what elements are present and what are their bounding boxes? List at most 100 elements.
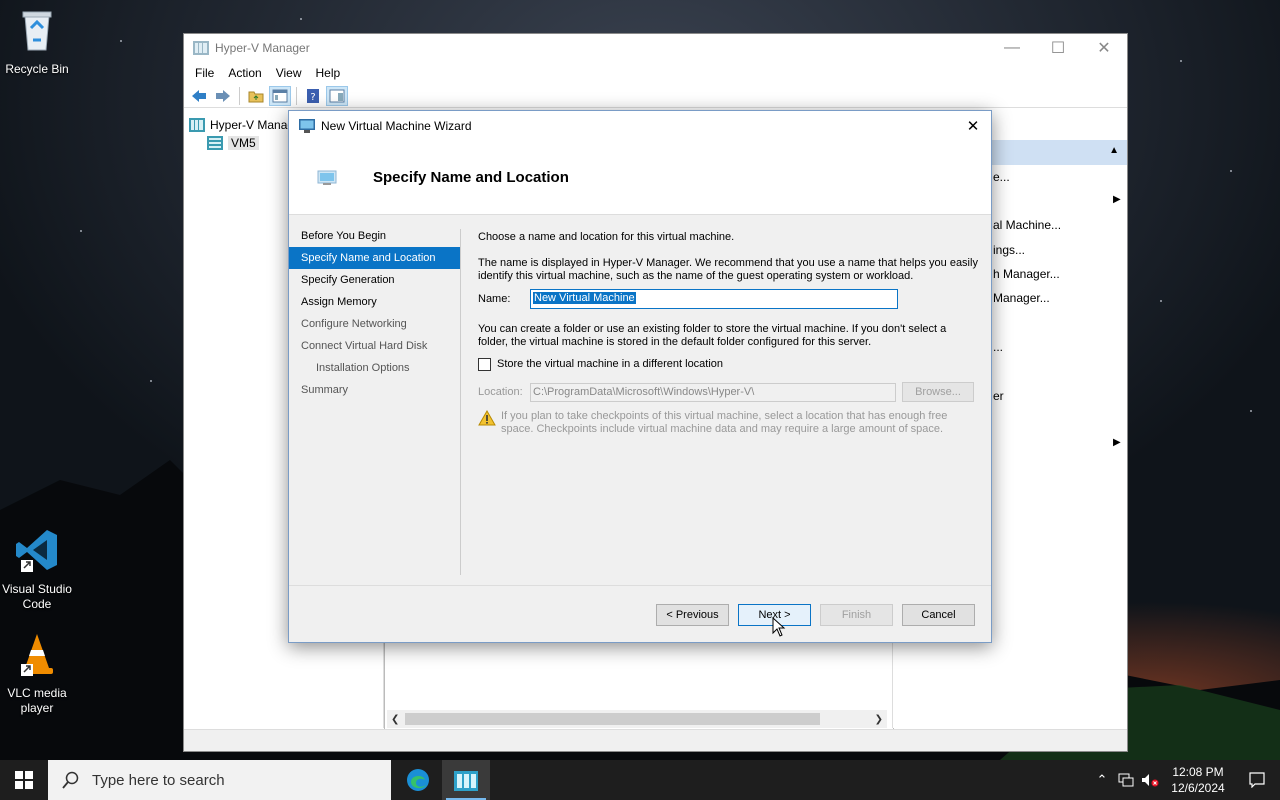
cancel-button[interactable]: Cancel xyxy=(902,604,975,626)
desktop-icon-vscode[interactable]: Visual Studio Code xyxy=(0,526,74,612)
taskbar-search-box[interactable]: Type here to search xyxy=(48,760,391,800)
new-vm-wizard-dialog: New Virtual Machine Wizard ✕ Specify Nam… xyxy=(288,110,992,643)
windows-logo-icon xyxy=(15,771,33,789)
scroll-right-icon[interactable]: ❯ xyxy=(875,714,883,725)
previous-button[interactable]: < Previous xyxy=(656,604,729,626)
network-icon[interactable] xyxy=(1114,760,1138,800)
action-item[interactable]: e... xyxy=(993,170,1010,184)
volume-muted-icon[interactable] xyxy=(1138,760,1162,800)
wizard-header: Specify Name and Location xyxy=(289,141,991,215)
name-row: Name: New Virtual Machine xyxy=(478,289,978,309)
name-input[interactable]: New Virtual Machine xyxy=(530,289,898,309)
desktop-icon-vlc[interactable]: VLC media player xyxy=(0,630,74,716)
action-pane-icon xyxy=(329,89,345,102)
star xyxy=(300,18,302,20)
desktop-icon-recycle-bin[interactable]: Recycle Bin xyxy=(0,6,74,77)
monitor-icon xyxy=(299,119,315,133)
close-icon[interactable]: ✕ xyxy=(1081,34,1127,62)
browse-button[interactable]: Browse... xyxy=(902,382,974,402)
hyperv-titlebar[interactable]: Hyper-V Manager xyxy=(184,34,1127,62)
start-button[interactable] xyxy=(0,760,48,800)
taskbar-edge[interactable] xyxy=(394,760,442,800)
step-assign-memory[interactable]: Assign Memory xyxy=(289,291,461,313)
wizard-close-icon[interactable]: ✕ xyxy=(963,116,983,136)
chevron-up-icon[interactable]: ⌃ xyxy=(1090,760,1114,800)
server-icon xyxy=(207,136,223,150)
location-row: Location: C:\ProgramData\Microsoft\Windo… xyxy=(478,382,978,402)
step-before-you-begin[interactable]: Before You Begin xyxy=(289,225,461,247)
action-item[interactable]: Manager... xyxy=(993,291,1050,305)
menu-help[interactable]: Help xyxy=(309,66,348,80)
notifications-icon[interactable] xyxy=(1234,760,1280,800)
svg-text:?: ? xyxy=(310,92,315,103)
forward-arrow-icon xyxy=(216,89,230,102)
wizard-heading: Specify Name and Location xyxy=(373,169,569,186)
scrollbar-thumb[interactable] xyxy=(405,713,820,725)
vlc-icon xyxy=(21,634,53,676)
warning-icon xyxy=(478,410,496,426)
wizard-content: Choose a name and location for this virt… xyxy=(478,231,978,436)
location-input[interactable]: C:\ProgramData\Microsoft\Windows\Hyper-V… xyxy=(530,382,896,402)
desktop-icon-label: VLC media player xyxy=(7,686,67,715)
step-installation-options[interactable]: Installation Options xyxy=(289,357,461,379)
star xyxy=(80,230,82,232)
intro-text: Choose a name and location for this virt… xyxy=(478,231,735,243)
toolbar-separator xyxy=(296,86,297,105)
taskbar: Type here to search ⌃ 12:08 PM 12/6/2024 xyxy=(0,760,1280,800)
star xyxy=(1180,60,1182,62)
hyperv-app-icon xyxy=(193,41,209,55)
submenu-arrow-icon[interactable]: ▶ xyxy=(1113,194,1121,205)
menu-file[interactable]: File xyxy=(188,66,221,80)
menu-action[interactable]: Action xyxy=(221,66,268,80)
menu-bar: File Action View Help xyxy=(184,62,1127,84)
clock-date: 12/6/2024 xyxy=(1171,781,1225,795)
back-button[interactable] xyxy=(188,86,210,106)
collapse-up-icon[interactable]: ▲ xyxy=(1109,145,1119,156)
system-tray: ⌃ 12:08 PM 12/6/2024 xyxy=(1090,760,1280,800)
minimize-icon[interactable]: — xyxy=(989,34,1035,62)
horizontal-scrollbar[interactable]: ❮ ❯ xyxy=(387,710,887,728)
clock-time: 12:08 PM xyxy=(1172,765,1224,779)
store-location-label[interactable]: Store the virtual machine in a different… xyxy=(497,358,723,371)
action-item[interactable]: h Manager... xyxy=(993,267,1060,281)
show-hide-console-tree-button[interactable] xyxy=(269,85,291,106)
nav-divider xyxy=(460,229,461,575)
help-button[interactable]: ? xyxy=(302,86,324,106)
show-hide-action-pane-button[interactable] xyxy=(326,85,348,106)
action-item[interactable]: al Machine... xyxy=(993,218,1061,232)
wizard-body: Before You Begin Specify Name and Locati… xyxy=(289,215,991,585)
step-specify-generation[interactable]: Specify Generation xyxy=(289,269,461,291)
warning-text: If you plan to take checkpoints of this … xyxy=(501,410,948,435)
star xyxy=(120,40,122,42)
location-label: Location: xyxy=(478,385,523,398)
action-item[interactable]: ... xyxy=(993,340,1003,354)
forward-button[interactable] xyxy=(212,86,234,106)
window-title: Hyper-V Manager xyxy=(215,41,310,55)
step-summary[interactable]: Summary xyxy=(289,379,461,401)
up-folder-button[interactable] xyxy=(245,86,267,106)
step-specify-name-and-location[interactable]: Specify Name and Location xyxy=(289,247,461,269)
star xyxy=(1230,170,1232,172)
store-location-checkbox[interactable] xyxy=(478,358,491,371)
taskbar-hyperv-manager[interactable] xyxy=(442,760,490,800)
clock[interactable]: 12:08 PM 12/6/2024 xyxy=(1162,764,1234,796)
name-label: Name: xyxy=(478,292,511,305)
maximize-icon[interactable]: ☐ xyxy=(1035,34,1081,62)
action-item[interactable]: ings... xyxy=(993,243,1025,257)
search-icon xyxy=(62,771,79,789)
folder-help-text: You can create a folder or use an existi… xyxy=(478,323,947,348)
store-location-row[interactable]: Store the virtual machine in a different… xyxy=(478,358,978,371)
finish-button[interactable]: Finish xyxy=(820,604,893,626)
virtual-machine-icon xyxy=(317,170,337,185)
menu-view[interactable]: View xyxy=(269,66,309,80)
name-help-text: The name is displayed in Hyper-V Manager… xyxy=(478,257,978,282)
submenu-arrow-icon[interactable]: ▶ xyxy=(1113,437,1121,448)
wizard-title: New Virtual Machine Wizard xyxy=(321,119,472,133)
name-input-value: New Virtual Machine xyxy=(533,292,636,304)
mouse-cursor-icon xyxy=(772,617,786,637)
scroll-left-icon[interactable]: ❮ xyxy=(391,714,399,725)
action-item[interactable]: er xyxy=(993,389,1004,403)
wizard-titlebar[interactable]: New Virtual Machine Wizard xyxy=(289,111,991,141)
step-connect-virtual-hard-disk[interactable]: Connect Virtual Hard Disk xyxy=(289,335,461,357)
step-configure-networking[interactable]: Configure Networking xyxy=(289,313,461,335)
